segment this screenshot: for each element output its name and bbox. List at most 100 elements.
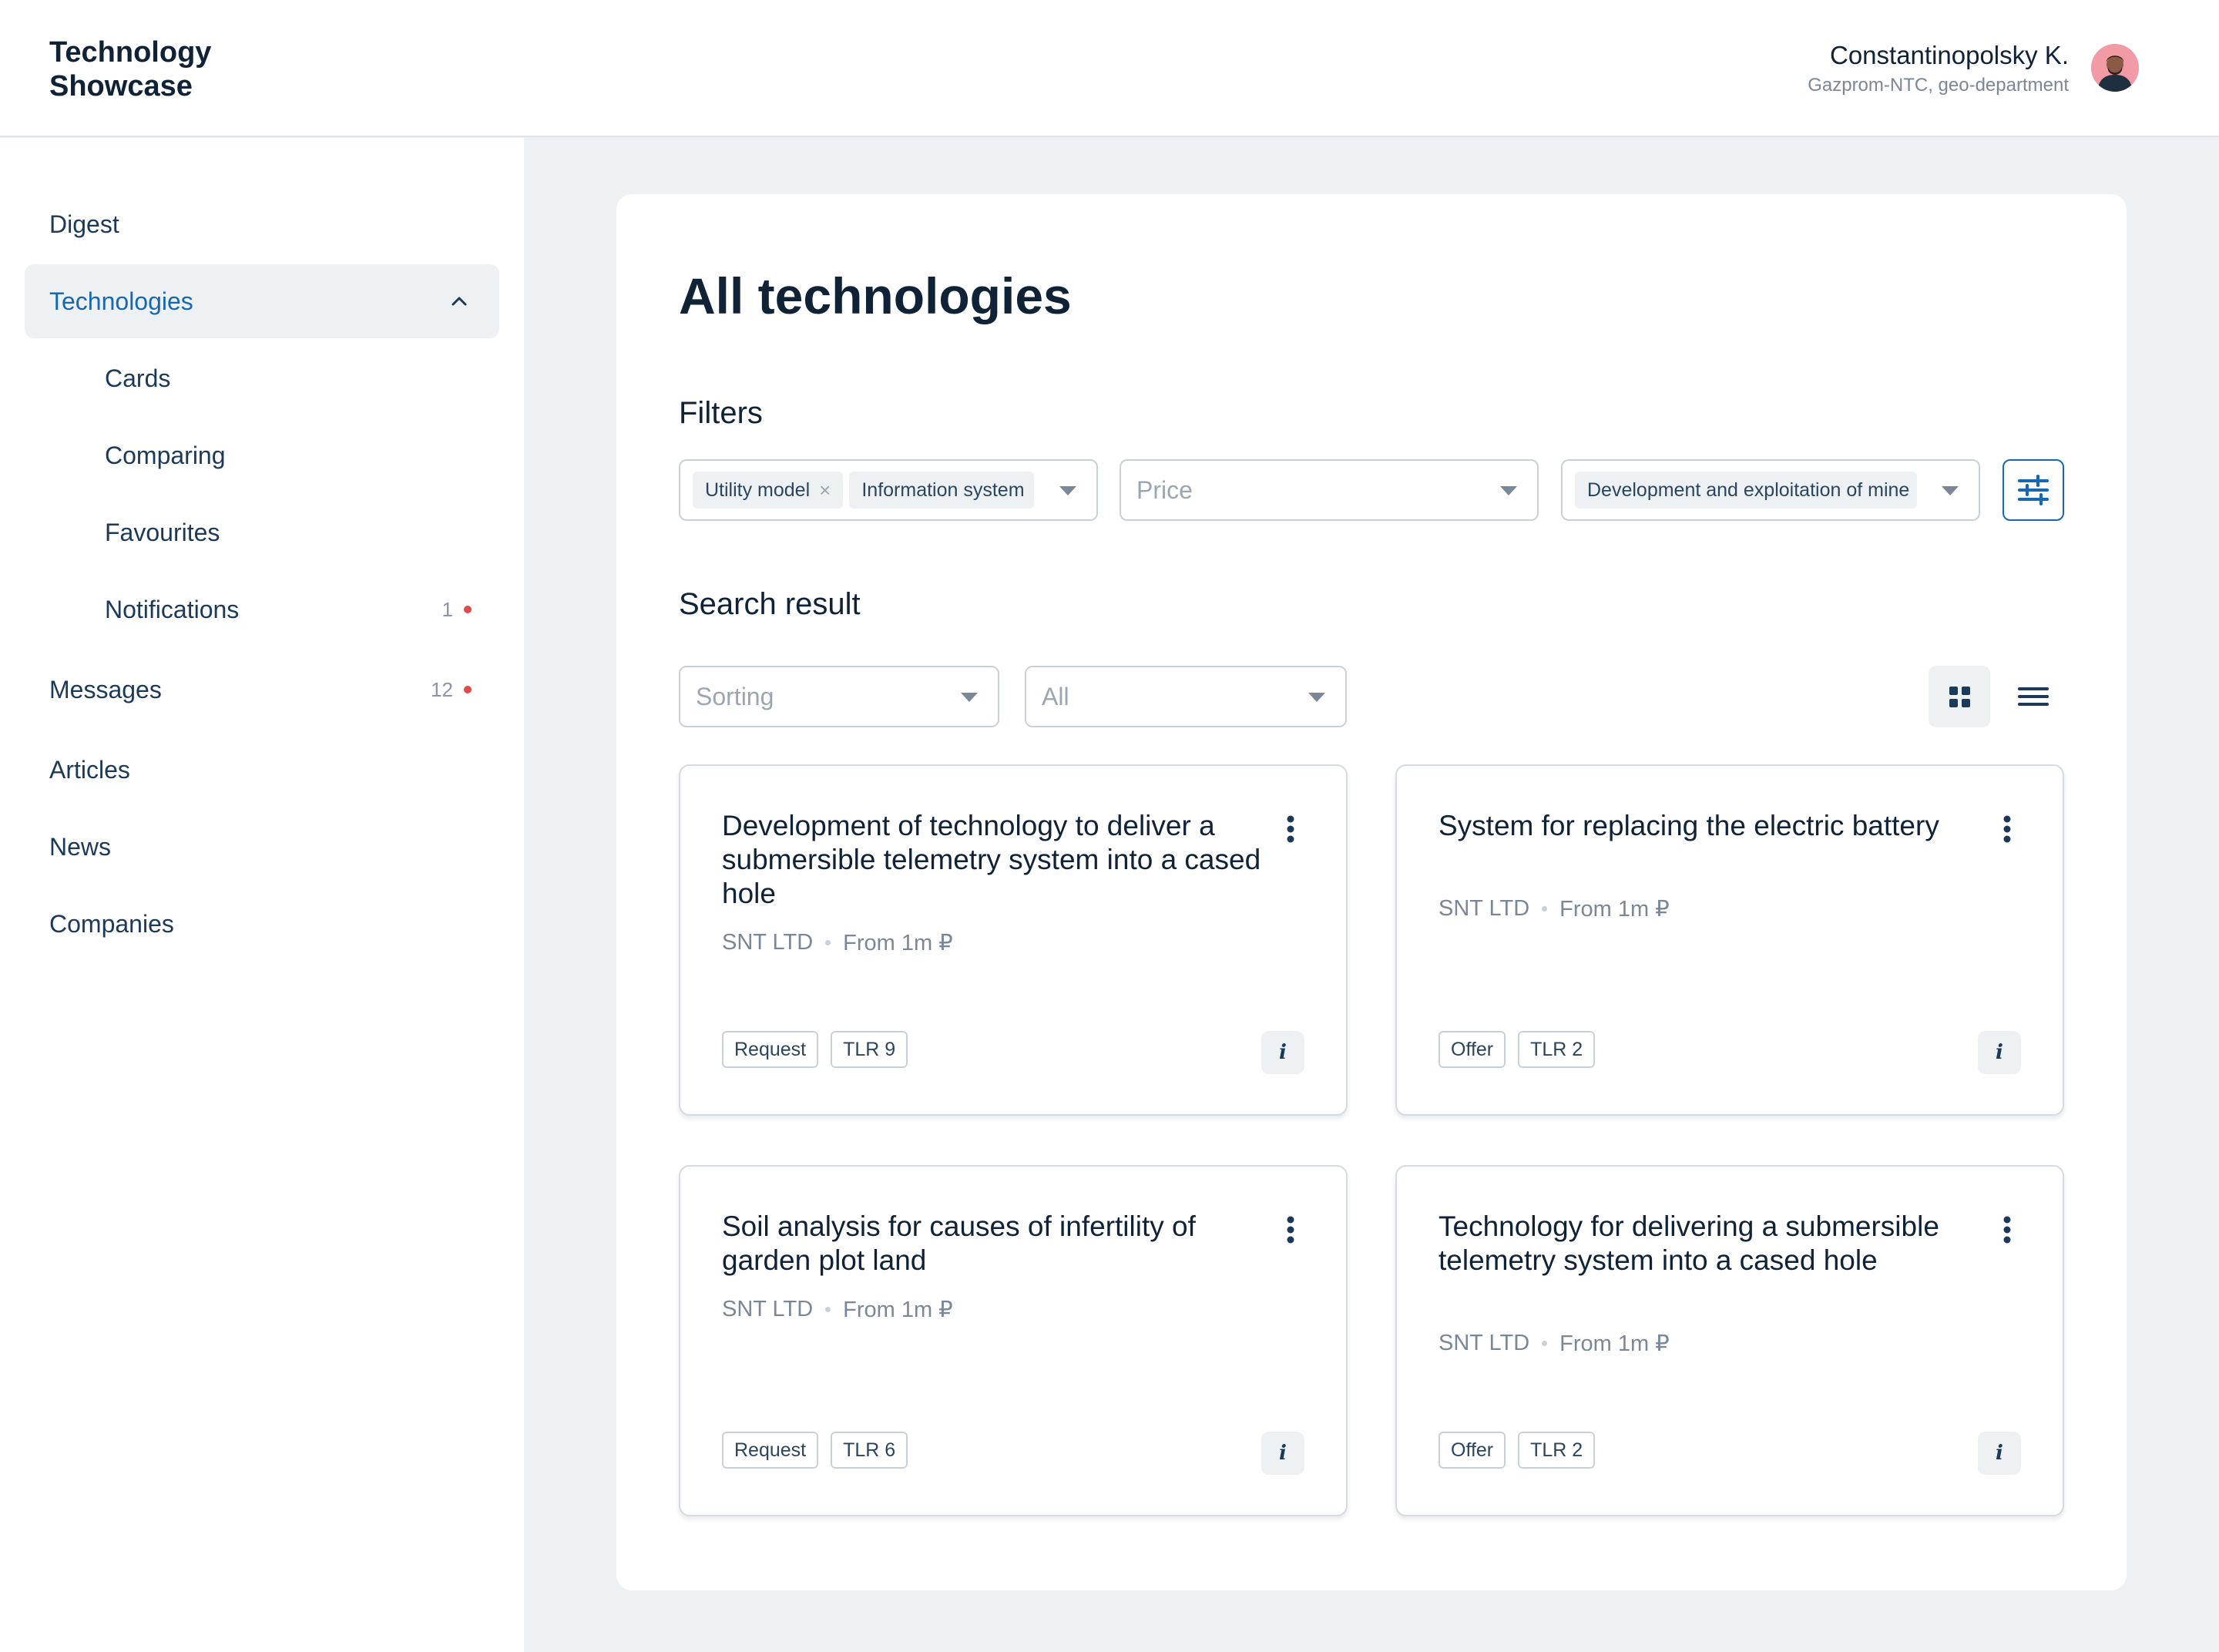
sidebar-item-label: Articles [49,755,130,784]
sidebar-item-label: Comparing [105,441,226,469]
card-company: SNT LTD [722,930,814,955]
sidebar-item-label: Notifications [105,595,240,623]
sidebar-item-cards[interactable]: Cards [25,341,499,415]
card-title[interactable]: Soil analysis for causes of infertility … [722,1210,1261,1278]
avatar[interactable] [2091,44,2139,92]
main-panel: All technologies Filters Utility model ×… [616,194,2127,1590]
all-placeholder: All [1042,682,1069,710]
card-title[interactable]: Development of technology to deliver a s… [722,809,1261,911]
caret-down-icon [1942,486,1959,495]
more-vertical-icon[interactable] [2002,815,2012,843]
card-meta: SNT LTD From 1m ₽ [722,929,953,956]
close-icon[interactable]: × [819,478,831,502]
info-icon[interactable]: i [1978,1432,2021,1475]
user-name: Constantinopolsky K. [1829,41,2069,69]
sidebar-item-label: Companies [49,909,174,938]
card-company: SNT LTD [722,1297,814,1321]
technology-card[interactable]: Technology for delivering a submersible … [1395,1165,2064,1516]
card-tags: Request TLR 9 [722,1031,908,1068]
top-header: Technology Showcase Constantinopolsky K.… [0,0,2219,137]
more-vertical-icon[interactable] [1286,815,1295,843]
tag-type: Request [722,1031,819,1068]
sidebar-item-label: Digest [49,210,119,238]
card-tags: Offer TLR 2 [1438,1432,1596,1469]
area-filter-select[interactable]: Development and exploitation of mine [1561,459,1980,521]
sidebar-item-digest[interactable]: Digest [25,187,499,261]
filter-settings-icon [2018,475,2049,505]
sidebar-item-companies[interactable]: Companies [25,887,499,961]
chip-label: Development and exploitation of mine [1587,478,1910,501]
more-vertical-icon[interactable] [1286,1216,1295,1244]
chip-label: Utility model [705,478,811,501]
sidebar-item-notifications[interactable]: Notifications 1 [25,572,499,646]
card-meta: SNT LTD From 1m ₽ [722,1296,953,1323]
technology-card[interactable]: System for replacing the electric batter… [1395,764,2064,1116]
sidebar-item-label: News [49,832,112,861]
info-icon[interactable]: i [1261,1432,1304,1475]
card-title[interactable]: System for replacing the electric batter… [1438,809,1978,843]
list-view-button[interactable] [2002,666,2064,727]
card-price: From 1m ₽ [1559,1331,1670,1356]
tag-tlr: TLR 6 [831,1432,908,1469]
chip-label: Information system [861,478,1025,501]
more-vertical-icon[interactable] [2002,1216,2012,1244]
separator-dot-icon [1542,1341,1548,1346]
card-company: SNT LTD [1438,1331,1530,1355]
card-tags: Request TLR 6 [722,1432,908,1469]
price-placeholder: Price [1136,475,1193,504]
notifications-count: 1 [441,597,453,621]
user-org: Gazprom-NTC, geo-department [1808,75,2069,96]
sidebar-item-technologies[interactable]: Technologies [25,264,499,338]
sidebar-item-label: Cards [105,364,171,392]
info-icon[interactable]: i [1978,1031,2021,1074]
user-info[interactable]: Constantinopolsky K. Gazprom-NTC, geo-de… [1808,40,2069,97]
grid-view-button[interactable] [1929,666,1990,727]
card-price: From 1m ₽ [843,1298,953,1322]
caret-down-icon [1500,486,1517,495]
caret-down-icon [1059,486,1076,495]
filter-settings-button[interactable] [2002,459,2064,521]
tag-type: Offer [1438,1031,1506,1068]
sorting-select[interactable]: Sorting [679,666,999,727]
card-price: From 1m ₽ [1559,897,1670,922]
info-icon[interactable]: i [1261,1031,1304,1074]
sidebar-item-label: Favourites [105,518,220,546]
technology-card[interactable]: Soil analysis for causes of infertility … [679,1165,1348,1516]
technology-card[interactable]: Development of technology to deliver a s… [679,764,1348,1116]
sorting-placeholder: Sorting [696,682,774,710]
sidebar-item-comparing[interactable]: Comparing [25,418,499,492]
card-title[interactable]: Technology for delivering a submersible … [1438,1210,1978,1278]
all-select[interactable]: All [1025,666,1347,727]
sidebar: Digest Technologies Cards Comparing Favo… [0,138,524,1652]
sidebar-item-label: Technologies [49,287,193,315]
tag-type: Request [722,1432,819,1469]
tag-tlr: TLR 2 [1518,1432,1596,1469]
sidebar-item-favourites[interactable]: Favourites [25,495,499,569]
filter-chip-development[interactable]: Development and exploitation of mine [1575,472,1917,509]
app-logo[interactable]: Technology Showcase [49,35,211,103]
separator-dot-icon [825,1307,831,1312]
filters-heading: Filters [679,396,763,430]
type-filter-select[interactable]: Utility model × Information system [679,459,1098,521]
tag-type: Offer [1438,1432,1506,1469]
caret-down-icon [1308,693,1325,702]
sidebar-item-articles[interactable]: Articles [25,733,499,807]
filter-chip-information-system[interactable]: Information system [849,472,1035,509]
notifications-badge: 1 [442,598,472,622]
separator-dot-icon [825,940,831,945]
card-meta: SNT LTD From 1m ₽ [1438,1330,1670,1357]
price-filter-select[interactable]: Price [1120,459,1539,521]
grid-view-icon [1949,687,1970,707]
page-title: All technologies [679,267,1072,324]
list-view-icon [2018,687,2049,706]
tag-tlr: TLR 2 [1518,1031,1596,1068]
sidebar-item-news[interactable]: News [25,810,499,884]
sidebar-item-messages[interactable]: Messages 12 [25,653,499,727]
tag-tlr: TLR 9 [831,1031,908,1068]
filter-chip-utility-model[interactable]: Utility model × [693,472,844,509]
search-result-heading: Search result [679,587,861,621]
unread-dot-icon [464,606,472,613]
unread-dot-icon [464,686,472,693]
chevron-up-icon[interactable] [450,292,468,311]
card-company: SNT LTD [1438,896,1530,921]
